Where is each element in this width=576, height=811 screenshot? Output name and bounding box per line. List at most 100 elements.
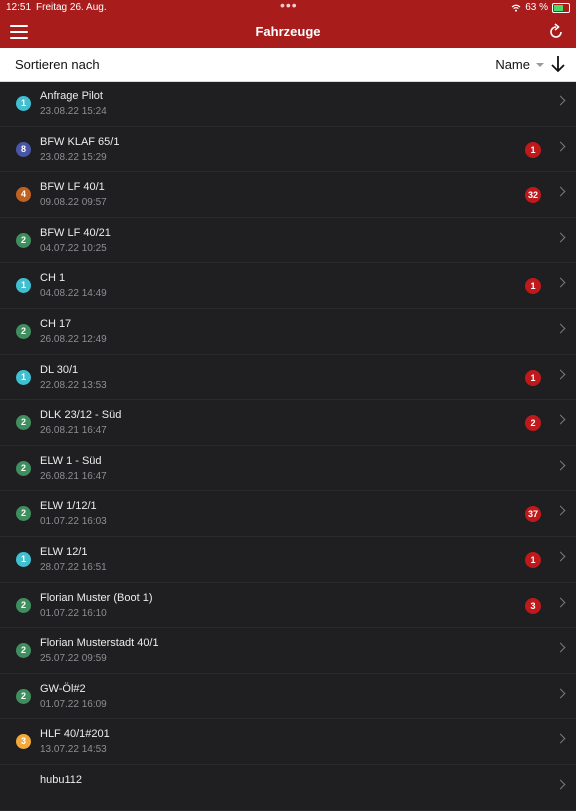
- battery-percent: 63 %: [525, 2, 548, 13]
- vehicle-name: BFW LF 40/1: [40, 181, 105, 194]
- chevron-right-icon: [555, 323, 566, 334]
- vehicle-name: Florian Musterstadt 40/1: [40, 637, 159, 650]
- vehicle-row[interactable]: 4 BFW LF 40/1 09.08.22 09:57 32: [0, 172, 576, 218]
- status-count-badge: 2: [16, 688, 31, 704]
- vehicle-row[interactable]: 2 BFW LF 40/21 04.07.22 10:25: [0, 218, 576, 264]
- chevron-right-icon: [555, 186, 566, 197]
- sort-bar: Sortieren nach Name: [0, 48, 576, 82]
- vehicle-timestamp: 04.08.22 14:49: [40, 288, 107, 300]
- unread-badge: 1: [525, 278, 541, 295]
- vehicle-timestamp: 22.08.22 13:53: [40, 379, 107, 391]
- chevron-right-icon: [555, 460, 566, 471]
- status-count-badge: 2: [16, 597, 31, 613]
- sort-field-select[interactable]: Name: [495, 57, 544, 72]
- vehicle-name: CH 1: [40, 272, 66, 285]
- vehicle-timestamp: 28.07.22 16:51: [40, 561, 107, 573]
- vehicle-timestamp: 23.08.22 15:29: [40, 151, 107, 163]
- vehicle-name: HLF 40/1#201: [40, 728, 110, 741]
- chevron-down-icon: [536, 62, 544, 67]
- battery-level: [554, 4, 563, 11]
- status-count-badge: 2: [16, 415, 31, 431]
- vehicle-name: ELW 1 - Süd: [40, 454, 102, 467]
- vehicle-row[interactable]: 1 ELW 12/1 28.07.22 16:51 1: [0, 537, 576, 583]
- vehicle-timestamp: 26.08.22 12:49: [40, 333, 107, 345]
- vehicle-name: Anfrage Pilot: [40, 90, 103, 102]
- vehicle-row[interactable]: 1 Anfrage Pilot 23.08.22 15:24: [0, 81, 576, 127]
- status-right: 63 %: [511, 2, 570, 13]
- status-count-badge: 2: [16, 232, 31, 248]
- vehicle-timestamp: 26.08.21 16:47: [40, 470, 107, 482]
- sort-field-value: Name: [495, 57, 530, 72]
- status-count-badge: 1: [16, 278, 31, 294]
- status-count-badge: 3: [16, 734, 31, 750]
- vehicle-row[interactable]: 2 CH 17 26.08.22 12:49: [0, 309, 576, 355]
- chevron-right-icon: [555, 551, 566, 562]
- nav-bar: Fahrzeuge: [0, 16, 576, 48]
- chevron-right-icon: [555, 733, 566, 744]
- chevron-right-icon: [555, 95, 566, 106]
- chevron-right-icon: [555, 414, 566, 425]
- status-count-badge: 8: [16, 141, 31, 157]
- vehicle-timestamp: 23.08.22 15:24: [40, 106, 107, 117]
- sort-label: Sortieren nach: [15, 57, 100, 72]
- unread-badge: 3: [525, 597, 541, 614]
- chevron-right-icon: [555, 642, 566, 653]
- vehicle-timestamp: 04.07.22 10:25: [40, 242, 107, 254]
- chevron-right-icon: [555, 505, 566, 516]
- vehicle-row[interactable]: 2 GW-Öl#2 01.07.22 16:09: [0, 674, 576, 720]
- refresh-icon[interactable]: [546, 22, 566, 42]
- vehicle-name: ELW 12/1: [40, 545, 88, 558]
- vehicle-name: ELW 1/12/1: [40, 500, 97, 513]
- vehicle-name: DL 30/1: [40, 363, 79, 376]
- vehicle-row[interactable]: 2 DLK 23/12 - Süd 26.08.21 16:47 2: [0, 400, 576, 446]
- vehicle-timestamp: 25.07.22 09:59: [40, 653, 107, 665]
- vehicle-row[interactable]: 3 HLF 40/1#201 13.07.22 14:53: [0, 719, 576, 765]
- vehicle-timestamp: 01.07.22 16:03: [40, 516, 107, 528]
- status-time: 12:51: [6, 2, 32, 13]
- vehicle-row[interactable]: 8 BFW KLAF 65/1 23.08.22 15:29 1: [0, 127, 576, 173]
- vehicle-row[interactable]: 1 CH 1 04.08.22 14:49 1: [0, 263, 576, 309]
- status-count-badge: 1: [16, 96, 31, 111]
- vehicle-row[interactable]: hubu112: [0, 765, 576, 811]
- status-count-badge: 4: [16, 187, 31, 203]
- chevron-right-icon: [555, 369, 566, 380]
- chevron-right-icon: [555, 779, 566, 790]
- vehicle-name: CH 17: [40, 317, 72, 330]
- vehicle-name: GW-Öl#2: [40, 682, 86, 695]
- vehicle-row[interactable]: 2 ELW 1 - Süd 26.08.21 16:47: [0, 446, 576, 492]
- vehicle-timestamp: 01.07.22 16:10: [40, 607, 107, 619]
- vehicle-row[interactable]: 1 DL 30/1 22.08.22 13:53 1: [0, 355, 576, 401]
- vehicle-name: hubu112: [40, 773, 83, 786]
- vehicle-row[interactable]: 2 ELW 1/12/1 01.07.22 16:03 37: [0, 491, 576, 537]
- vehicle-list: 1 Anfrage Pilot 23.08.22 15:24 8 BFW KLA…: [0, 81, 576, 811]
- vehicle-timestamp: 26.08.21 16:47: [40, 425, 107, 437]
- unread-badge: 1: [525, 369, 541, 386]
- vehicle-row[interactable]: 2 Florian Muster (Boot 1) 01.07.22 16:10…: [0, 583, 576, 629]
- vehicle-timestamp: 01.07.22 16:09: [40, 698, 107, 710]
- chevron-right-icon: [555, 597, 566, 607]
- chevron-right-icon: [555, 277, 566, 288]
- multitasking-dots-icon[interactable]: •••: [280, 0, 298, 13]
- chevron-right-icon: [555, 688, 566, 699]
- battery-icon: [552, 2, 570, 13]
- status-bar: 12:51 Freitag 26. Aug. ••• 63 %: [0, 0, 576, 16]
- chevron-right-icon: [555, 141, 566, 152]
- vehicle-timestamp: 13.07.22 14:53: [40, 744, 107, 756]
- unread-badge: 2: [525, 415, 541, 432]
- vehicle-row[interactable]: 2 Florian Musterstadt 40/1 25.07.22 09:5…: [0, 628, 576, 674]
- vehicle-timestamp: 09.08.22 09:57: [40, 197, 107, 209]
- status-count-badge: 1: [16, 369, 31, 385]
- arrow-down-icon[interactable]: [550, 54, 566, 74]
- unread-badge: 37: [525, 506, 541, 523]
- unread-badge: 1: [525, 551, 541, 568]
- status-count-badge: 2: [16, 643, 31, 659]
- status-count-badge: 1: [16, 551, 31, 567]
- status-date: Freitag 26. Aug.: [36, 2, 107, 13]
- status-count-badge: 2: [16, 506, 31, 522]
- status-count-badge: 2: [16, 460, 31, 476]
- vehicle-name: Florian Muster (Boot 1): [40, 591, 153, 604]
- vehicle-name: BFW KLAF 65/1: [40, 135, 120, 148]
- vehicle-name: DLK 23/12 - Süd: [40, 409, 122, 422]
- unread-badge: 1: [525, 141, 541, 158]
- chevron-right-icon: [555, 232, 566, 243]
